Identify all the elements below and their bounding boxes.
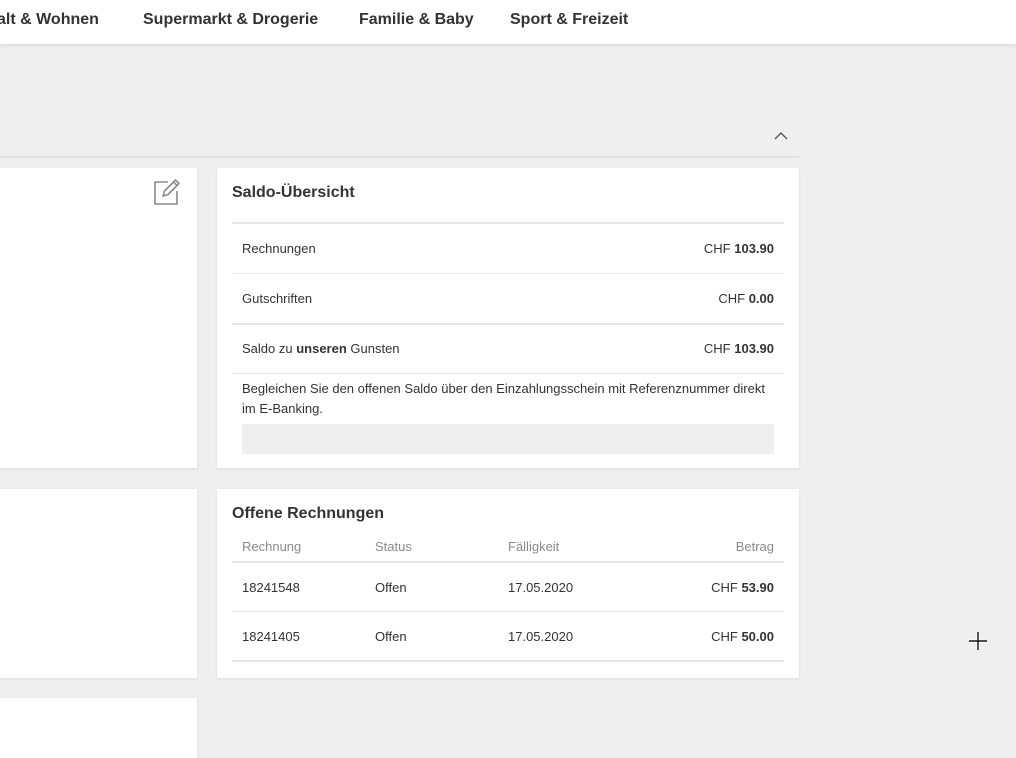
payment-hint-text: Begleichen Sie den offenen Saldo über de…: [242, 381, 765, 416]
open-invoices-title: Offene Rechnungen: [232, 505, 385, 522]
invoice-number: 18241548: [242, 580, 300, 595]
invoice-number: 18241405: [242, 629, 300, 644]
nav-item-sport-freizeit[interactable]: Sport & Freizeit: [510, 11, 628, 29]
saldo-title: Saldo-Übersicht: [232, 184, 355, 201]
open-invoices-card: Offene Rechnungen Rechnung Status Fällig…: [217, 489, 799, 678]
account-details-card: [0, 168, 197, 468]
section-header: [0, 116, 799, 158]
table-row[interactable]: 18241405 Offen 17.05.2020 CHF 50.00: [232, 612, 784, 662]
crosshair-cursor-icon: [968, 631, 988, 651]
table-row[interactable]: 18241548 Offen 17.05.2020 CHF 53.90: [232, 563, 784, 612]
address-card: [0, 489, 197, 678]
saldo-row-amount: CHF 103.90: [703, 241, 774, 256]
invoice-table-header: Rechnung Status Fälligkeit Betrag: [232, 535, 784, 563]
saldo-row-amount: CHF 0.00: [718, 291, 774, 306]
saldo-row-label: Gutschriften: [242, 291, 313, 306]
top-navigation: alt & Wohnen Supermarkt & Drogerie Famil…: [0, 0, 1016, 44]
saldo-overview-card: Saldo-Übersicht Rechnungen CHF 103.90 Gu…: [217, 168, 799, 468]
saldo-row-balance: Saldo zu unseren Gunsten CHF 103.90: [232, 324, 784, 374]
invoice-amount: CHF 50.00: [711, 629, 774, 644]
chevron-up-icon[interactable]: [773, 129, 789, 141]
invoice-due-date: 17.05.2020: [508, 580, 574, 595]
saldo-row-amount: CHF 103.90: [703, 341, 774, 356]
column-header-due-date: Fälligkeit: [508, 539, 560, 554]
saldo-row-label: Saldo zu unseren Gunsten: [242, 341, 400, 356]
column-header-invoice: Rechnung: [242, 539, 302, 554]
column-header-amount: Betrag: [735, 539, 774, 554]
saldo-row-label: Rechnungen: [242, 241, 316, 256]
saldo-row-credits: Gutschriften CHF 0.00: [232, 274, 784, 325]
invoice-due-date: 17.05.2020: [508, 629, 574, 644]
invoice-amount: CHF 53.90: [711, 580, 774, 595]
nav-item-familie-baby[interactable]: Familie & Baby: [359, 11, 474, 29]
nav-item-supermarkt-drogerie[interactable]: Supermarkt & Drogerie: [143, 11, 318, 29]
edit-icon[interactable]: [151, 177, 181, 207]
invoice-status: Offen: [375, 580, 407, 595]
column-header-status: Status: [375, 539, 412, 554]
additional-card: [0, 698, 197, 758]
payment-slip-bar[interactable]: [242, 424, 774, 454]
invoice-status: Offen: [375, 629, 407, 644]
nav-item-haushalt-wohnen[interactable]: alt & Wohnen: [0, 11, 99, 29]
saldo-row-invoices: Rechnungen CHF 103.90: [232, 224, 784, 274]
